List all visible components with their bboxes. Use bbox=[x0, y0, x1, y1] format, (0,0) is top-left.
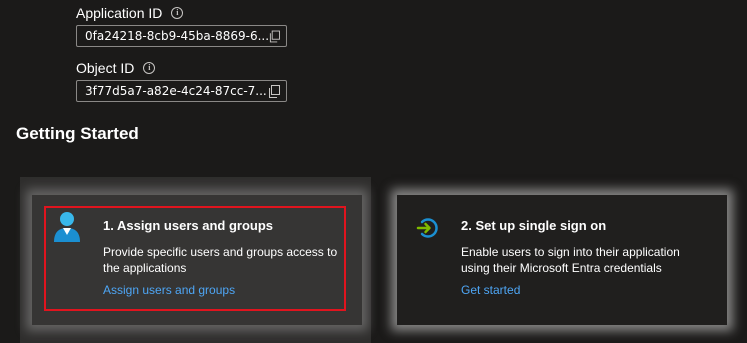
application-id-field[interactable]: 0fa24218-8cb9-45ba-8869-6... bbox=[76, 25, 287, 47]
card-title: 1. Assign users and groups bbox=[103, 218, 274, 233]
section-title: Getting Started bbox=[16, 124, 139, 143]
object-id-value[interactable]: 3f77d5a7-a82e-4c24-87cc-7... bbox=[85, 84, 267, 98]
user-icon bbox=[54, 212, 80, 242]
copy-icon[interactable] bbox=[269, 30, 280, 43]
copy-icon[interactable] bbox=[268, 84, 280, 98]
application-id-label-text: Application ID bbox=[76, 5, 163, 21]
object-id-label: Object ID i bbox=[76, 60, 156, 76]
assign-users-link[interactable]: Assign users and groups bbox=[103, 283, 235, 297]
card-title: 2. Set up single sign on bbox=[461, 218, 607, 233]
info-icon[interactable]: i bbox=[171, 7, 184, 19]
application-id-value[interactable]: 0fa24218-8cb9-45ba-8869-6... bbox=[85, 29, 269, 43]
get-started-link[interactable]: Get started bbox=[461, 283, 520, 297]
application-id-label: Application ID i bbox=[76, 5, 184, 21]
card-description: Enable users to sign into their applicat… bbox=[461, 245, 680, 275]
object-id-field[interactable]: 3f77d5a7-a82e-4c24-87cc-7... bbox=[76, 80, 287, 102]
info-icon[interactable]: i bbox=[143, 62, 156, 74]
object-id-label-text: Object ID bbox=[76, 60, 135, 76]
sign-in-arrow-icon bbox=[416, 218, 438, 238]
card-description: Provide specific users and groups access… bbox=[103, 245, 338, 275]
